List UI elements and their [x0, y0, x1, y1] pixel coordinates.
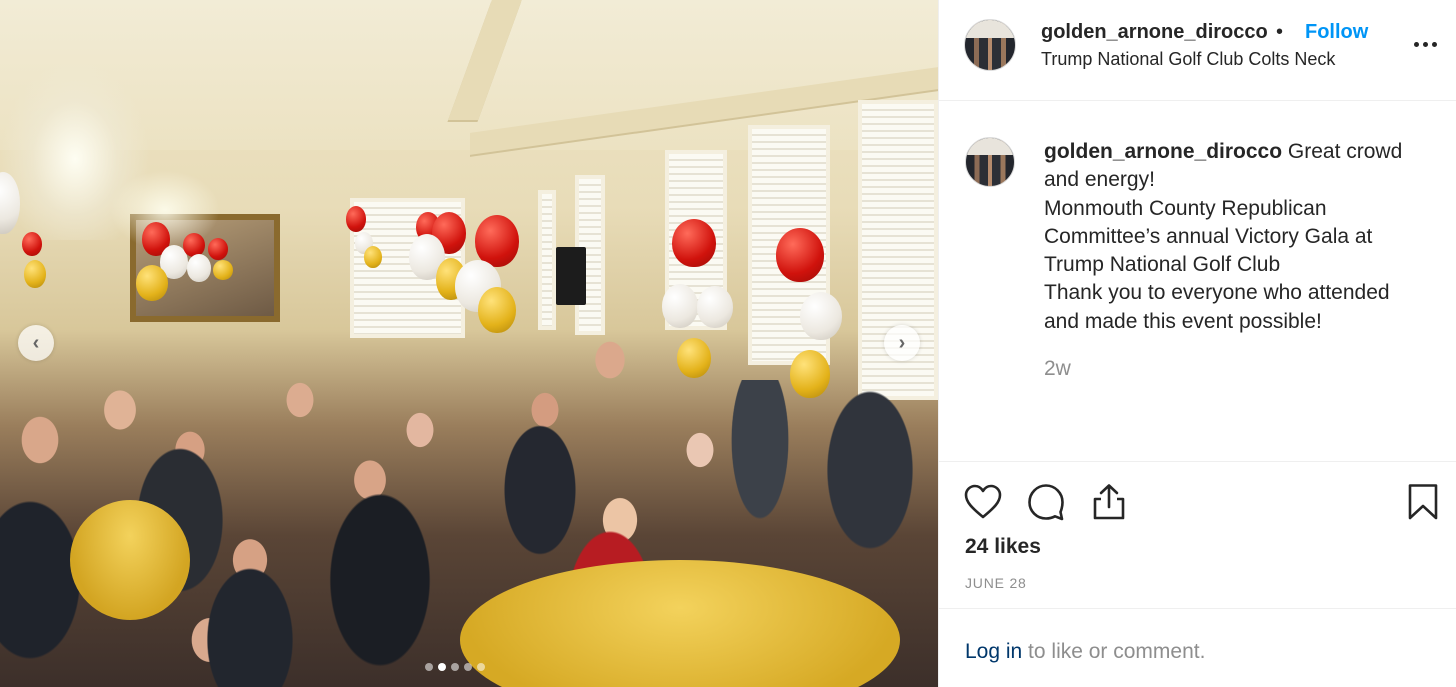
post-header: golden_arnone_dirocco • Follow Trump Nat…	[939, 0, 1456, 101]
caption-text: golden_arnone_dirocco Great crowd and en…	[1044, 138, 1434, 336]
bookmark-icon[interactable]	[1403, 482, 1443, 522]
balloon	[208, 238, 228, 260]
carousel-dot	[477, 663, 485, 671]
follow-button[interactable]: Follow	[1305, 21, 1368, 44]
balloon	[364, 246, 382, 268]
balloon	[136, 265, 168, 301]
caption-section: golden_arnone_dirocco Great crowd and en…	[939, 101, 1456, 461]
carousel-next-button[interactable]: ›	[884, 325, 920, 361]
balloon	[346, 206, 366, 232]
caption-username-link[interactable]: golden_arnone_dirocco	[1044, 140, 1282, 163]
post-time-ago[interactable]: 2w	[1044, 357, 1071, 381]
post-photo[interactable]: ‹ ›	[0, 0, 938, 687]
caption-line: Thank you to everyone who attended	[1044, 281, 1390, 305]
heart-icon[interactable]	[963, 482, 1003, 522]
more-icon[interactable]	[1414, 36, 1440, 52]
likes-count[interactable]: 24 likes	[965, 535, 1041, 559]
comment-icon[interactable]	[1026, 482, 1066, 522]
location-link[interactable]: Trump National Golf Club Colts Neck	[1041, 49, 1335, 70]
caption-line: and energy!	[1044, 168, 1155, 192]
carousel-dot	[438, 663, 446, 671]
balloon	[24, 260, 46, 288]
login-prompt-text: to like or comment.	[1022, 640, 1206, 663]
balloon	[22, 232, 42, 256]
share-icon[interactable]	[1089, 482, 1129, 522]
carousel-indicator	[425, 663, 485, 671]
balloon	[672, 219, 716, 267]
balloon	[187, 254, 211, 282]
caption-line: Committee’s annual Victory Gala at	[1044, 224, 1373, 248]
speaker	[556, 247, 586, 305]
dining-table	[70, 500, 190, 620]
post-date[interactable]: JUNE 28	[965, 575, 1027, 591]
post-side-panel: golden_arnone_dirocco • Follow Trump Nat…	[938, 0, 1456, 687]
carousel-prev-button[interactable]: ‹	[18, 325, 54, 361]
balloon	[776, 228, 824, 282]
username-link[interactable]: golden_arnone_dirocco	[1041, 21, 1268, 44]
balloon	[475, 215, 519, 267]
balloon	[213, 260, 233, 280]
carousel-dot	[451, 663, 459, 671]
avatar[interactable]	[965, 137, 1015, 187]
chevron-right-icon: ›	[898, 331, 906, 354]
action-bar: 24 likes JUNE 28	[939, 461, 1456, 609]
caption-line: Great crowd	[1287, 140, 1403, 163]
caption-line: Monmouth County Republican	[1044, 196, 1327, 220]
caption-line: Trump National Golf Club	[1044, 253, 1281, 277]
caption-line: and made this event possible!	[1044, 309, 1322, 333]
carousel-dot	[464, 663, 472, 671]
separator-dot: •	[1276, 21, 1284, 43]
login-link[interactable]: Log in	[965, 640, 1022, 663]
chevron-left-icon: ‹	[32, 331, 40, 354]
carousel-dot	[425, 663, 433, 671]
login-prompt: Log in to like or comment.	[965, 640, 1205, 664]
avatar[interactable]	[964, 19, 1016, 71]
